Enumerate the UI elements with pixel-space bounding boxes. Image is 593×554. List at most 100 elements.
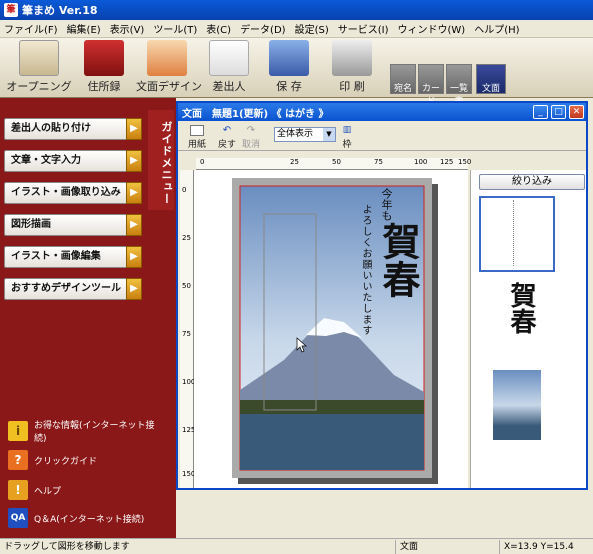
main-toolbar: オープニング 住所録 文面デザイン 差出人 保 存 印 刷 宛名 カード 一覧表… [0, 38, 593, 107]
card-main-text[interactable]: 賀春 [376, 222, 421, 298]
thumbnail-photo[interactable] [493, 370, 541, 440]
app-icon: 筆 [4, 3, 18, 17]
filter-button[interactable]: 絞り込み [479, 174, 585, 190]
arrow-right-icon: ▶ [126, 278, 142, 300]
import-image-label: イラスト・画像取り込み [11, 187, 121, 198]
redo-button[interactable]: ↷ 取消 [242, 125, 260, 150]
recommended-tools-button[interactable]: おすすめデザインツール ▶ [4, 278, 142, 300]
redo-icon: ↷ [246, 125, 256, 136]
ruler-label: 25 [182, 234, 191, 242]
document-window: 文面 無題1(更新) 《 はがき 》 _ □ ✕ 用紙 ↶ 戻す ↷ 取消 全体… [176, 101, 588, 490]
opening-label: オープニング [6, 80, 72, 93]
text-input-button[interactable]: 文章・文字入力 ▶ [4, 150, 142, 172]
status-coords: X=13.9 Y=15.4 [504, 541, 574, 552]
tree-line [240, 400, 424, 414]
question-icon: ? [8, 450, 28, 470]
frame-button[interactable]: ▥ 枠 [340, 125, 354, 150]
menu-bar: ファイル(F) 編集(E) 表示(V) ツール(T) 表(C) データ(D) 設… [0, 20, 593, 38]
menu-view[interactable]: 表示(V) [110, 21, 145, 36]
paper-button[interactable]: 用紙 [188, 125, 206, 150]
ruler-label: 150 [458, 158, 472, 166]
maximize-button[interactable]: □ [551, 105, 566, 119]
menu-tools[interactable]: ツール(T) [153, 21, 197, 36]
click-guide-label: クリックガイド [34, 456, 98, 467]
ruler-label: 100 [414, 158, 428, 166]
design-label: 文面デザイン [136, 80, 202, 93]
app-titlebar: 筆 筆まめ Ver.18 [0, 0, 593, 20]
menu-settings[interactable]: 設定(S) [295, 21, 329, 36]
menu-service[interactable]: サービス(I) [338, 21, 389, 36]
qa-icon: QA [8, 508, 28, 528]
print-button[interactable]: 印 刷 [326, 40, 378, 96]
arrow-right-icon: ▶ [126, 246, 142, 268]
app-title: 筆まめ Ver.18 [22, 4, 98, 17]
close-button[interactable]: ✕ [569, 105, 584, 119]
vertical-ruler: 0 25 50 75 100 125 150 [180, 170, 195, 488]
click-guide-link[interactable]: ? クリックガイド [8, 450, 97, 470]
undo-label: 戻す [218, 140, 237, 150]
thumbnail-main-text[interactable]: 賀春 [503, 282, 540, 334]
opening-icon [19, 40, 59, 76]
ruler-label: 0 [200, 158, 205, 166]
ruler-label: 75 [182, 330, 191, 338]
card-greeting-text[interactable]: よろしくお願いいたします [358, 204, 373, 336]
qa-label: Q＆A(インターネット接続) [34, 514, 145, 525]
mode-card[interactable]: カード [418, 64, 444, 107]
menu-help[interactable]: ヘルプ(H) [474, 21, 519, 36]
menu-table[interactable]: 表(C) [206, 21, 231, 36]
import-image-button[interactable]: イラスト・画像取り込み ▶ [4, 182, 142, 204]
ruler-label: 125 [440, 158, 454, 166]
sender-icon [209, 40, 249, 76]
frame-icon: ▥ [342, 125, 352, 135]
menu-edit[interactable]: 編集(E) [67, 21, 101, 36]
paper-icon [190, 125, 204, 136]
sender-label: 差出人 [212, 80, 246, 93]
zoom-value: 全体表示 [277, 129, 314, 139]
opening-button[interactable]: オープニング [6, 40, 72, 96]
mode-address[interactable]: 宛名 [390, 64, 416, 94]
postcard-preview [232, 178, 438, 484]
chevron-down-icon: ▼ [323, 128, 335, 141]
card-small-text[interactable]: 今年も [378, 188, 394, 221]
address-book-icon [84, 40, 124, 76]
info-link[interactable]: i お得な情報(インターネット接続) [8, 418, 164, 444]
design-canvas[interactable]: 今年も よろしくお願いいたします 賀春 [194, 170, 468, 488]
frame-label: 枠 [342, 140, 352, 150]
draw-shape-button[interactable]: 図形描画 ▶ [4, 214, 142, 236]
undo-icon: ↶ [222, 125, 232, 136]
document-title: 文面 無題1(更新) 《 はがき 》 [182, 108, 329, 120]
arrow-right-icon: ▶ [126, 118, 142, 140]
qa-link[interactable]: QA Q＆A(インターネット接続) [8, 508, 144, 528]
menu-file[interactable]: ファイル(F) [4, 21, 58, 36]
guide-menu-tab[interactable]: ガイドメニュー [148, 110, 174, 210]
status-message: ドラッグして図形を移動します [0, 539, 396, 554]
ruler-label: 0 [182, 186, 187, 194]
design-icon [147, 40, 187, 76]
thumbnail-pane: 絞り込み 賀春 [470, 170, 586, 488]
undo-button[interactable]: ↶ 戻す [218, 125, 236, 150]
address-book-label: 住所録 [87, 80, 121, 93]
ruler-label: 50 [182, 282, 191, 290]
thumbnail-text-layer[interactable] [479, 196, 555, 272]
menu-window[interactable]: ウィンドウ(W) [398, 21, 466, 36]
help-icon: ! [8, 480, 28, 500]
save-button[interactable]: 保 存 [264, 40, 314, 96]
sender-button[interactable]: 差出人 [204, 40, 254, 96]
draw-shape-label: 図形描画 [11, 219, 51, 230]
printer-icon [332, 40, 372, 76]
thumbnail-text-preview [513, 200, 514, 266]
mode-list[interactable]: 一覧表 [446, 64, 472, 107]
zoom-select[interactable]: 全体表示 ▼ [274, 127, 336, 142]
save-label: 保 存 [276, 80, 302, 93]
paste-sender-button[interactable]: 差出人の貼り付け ▶ [4, 118, 142, 140]
address-book-button[interactable]: 住所録 [78, 40, 130, 96]
design-button[interactable]: 文面デザイン [136, 40, 202, 96]
arrow-right-icon: ▶ [126, 214, 142, 236]
lake [240, 414, 424, 470]
minimize-button[interactable]: _ [533, 105, 548, 119]
arrow-right-icon: ▶ [126, 182, 142, 204]
menu-data[interactable]: データ(D) [240, 21, 286, 36]
help-link[interactable]: ! ヘルプ [8, 480, 61, 500]
edit-image-button[interactable]: イラスト・画像編集 ▶ [4, 246, 142, 268]
mode-text[interactable]: 文面 [476, 64, 506, 94]
